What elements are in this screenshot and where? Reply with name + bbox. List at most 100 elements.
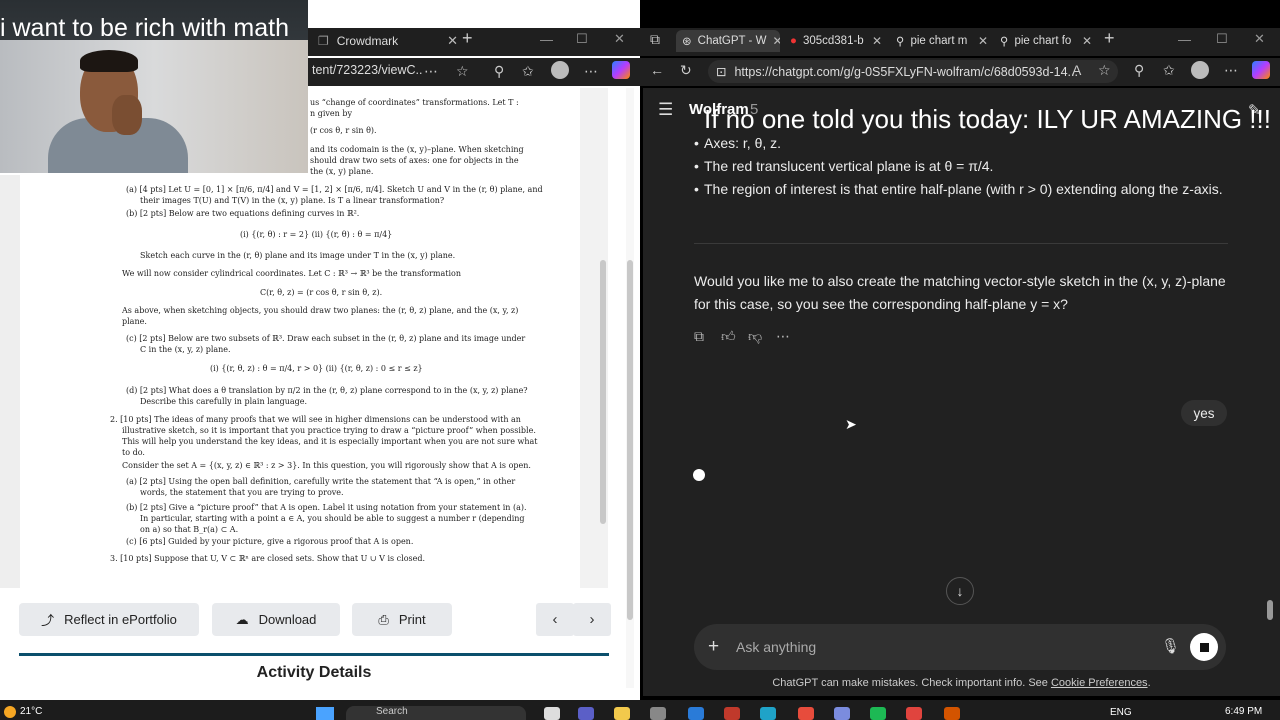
message-divider xyxy=(694,243,1228,244)
thumbs-up-icon[interactable]: 👍︎ xyxy=(721,328,736,345)
mouse-cursor-icon: ➤ xyxy=(845,416,857,432)
list-item: Axes: r, θ, z. xyxy=(694,132,781,155)
pdf-line: 2. [10 pts] The ideas of many proofs tha… xyxy=(110,415,521,424)
tab-search-pie-chart-2[interactable]: ⚲ pie chart fo ✕ xyxy=(996,30,1096,52)
avatar[interactable] xyxy=(551,61,569,79)
pdf-scrollbar[interactable] xyxy=(600,260,606,524)
taskbar xyxy=(0,700,1280,720)
disclaimer-text: ChatGPT can make mistakes. Check importa… xyxy=(772,677,1048,689)
settings-more-icon[interactable]: ⋯ xyxy=(584,63,598,80)
scroll-to-bottom-button[interactable]: ↓ xyxy=(946,577,974,605)
pdf-line: Consider the set A = {(x, y, z) ∈ ℝ³ : z… xyxy=(122,461,531,470)
close-window-icon[interactable]: ✕ xyxy=(614,31,625,47)
pdf-line: 3. [10 pts] Suppose that U, V ⊂ ℝⁿ are c… xyxy=(110,554,426,563)
app-icon-blue[interactable] xyxy=(834,707,850,720)
close-window-icon[interactable]: ✕ xyxy=(1254,31,1265,47)
extension-icon[interactable]: ⚲ xyxy=(494,63,504,80)
favorites-icon[interactable]: ✩ xyxy=(522,63,534,80)
close-icon[interactable]: ✕ xyxy=(1082,34,1092,48)
read-aloud-icon[interactable]: A xyxy=(1072,62,1081,78)
add-attachment-button[interactable]: + xyxy=(708,636,719,658)
close-icon[interactable]: ✕ xyxy=(772,34,780,48)
arrow-down-icon: ↓ xyxy=(956,583,964,599)
pdf-line: (c) [2 pts] Below are two subsets of ℝ³.… xyxy=(126,334,526,343)
close-icon[interactable]: ✕ xyxy=(978,34,988,48)
print-button[interactable]: ⎙ Print xyxy=(352,603,452,636)
extension-icon[interactable]: ⚲ xyxy=(1134,62,1144,79)
maximize-icon[interactable]: ☐ xyxy=(1216,31,1228,47)
refresh-icon[interactable]: ↻ xyxy=(680,62,692,79)
tab-search-pie-chart-1[interactable]: ⚲ pie chart m ✕ xyxy=(892,30,992,52)
print-label: Print xyxy=(398,612,426,627)
app-icon-red[interactable] xyxy=(798,707,814,720)
stream-caption-left: i want to be rich with math xyxy=(0,14,290,42)
more-icon[interactable]: ⋯ xyxy=(424,63,438,80)
start-icon[interactable] xyxy=(316,707,334,720)
copy-icon[interactable]: ⧉ xyxy=(694,328,704,345)
user-message: yes xyxy=(1181,400,1227,426)
store-icon[interactable] xyxy=(650,707,666,720)
pdf-line: In particular, starting with a point a ∈… xyxy=(140,514,525,523)
edge-icon[interactable] xyxy=(760,707,776,720)
copilot-icon[interactable] xyxy=(1252,61,1270,79)
tab-crowdmark[interactable]: ❐ Crowdmark ✕ xyxy=(318,30,458,52)
close-icon[interactable]: ✕ xyxy=(872,34,882,48)
taskbar-search[interactable]: Search xyxy=(346,706,526,720)
pdf-line: We will now consider cylindrical coordin… xyxy=(122,269,461,278)
share-icon: ⤴ xyxy=(41,613,55,628)
tab-label: pie chart fo xyxy=(1014,35,1072,47)
input-language[interactable]: ENG xyxy=(1110,707,1132,718)
more-options-icon[interactable]: ⋯ xyxy=(776,328,790,345)
chat-scrollbar[interactable] xyxy=(1267,600,1273,620)
minimize-icon[interactable]: — xyxy=(540,32,553,47)
pdf-line: (b) [2 pts] Give a “picture proof” that … xyxy=(126,503,527,512)
back-arrow-icon[interactable]: ← xyxy=(650,62,664,78)
tab-actions-icon[interactable]: ⧉ xyxy=(650,31,660,48)
new-tab-button[interactable]: + xyxy=(1104,28,1115,49)
pdf-line: n given by xyxy=(310,109,352,118)
maximize-icon[interactable]: ☐ xyxy=(576,31,588,47)
file-explorer-icon[interactable] xyxy=(614,707,630,720)
pdf-line: Sketch each curve in the (r, θ) plane an… xyxy=(140,251,456,260)
stop-generating-button[interactable] xyxy=(1190,633,1218,661)
system-clock[interactable]: 6:49 PM xyxy=(1225,706,1262,717)
download-button[interactable]: ☁ Download xyxy=(212,603,340,636)
pdf-line: C in the (x, y, z) plane. xyxy=(140,345,231,354)
thumbs-down-icon[interactable]: 👎︎ xyxy=(748,328,762,345)
address-field[interactable]: ⊡ https://chatgpt.com/g/g-0S5FXLyFN-wolf… xyxy=(708,60,1118,83)
new-tab-button[interactable]: + xyxy=(462,28,473,49)
chat-input[interactable] xyxy=(736,636,1116,658)
pdf-line: (b) [2 pts] Below are two equations defi… xyxy=(126,209,360,218)
next-page-button[interactable]: › xyxy=(573,603,611,636)
task-view-icon[interactable] xyxy=(544,707,560,720)
app-icon[interactable] xyxy=(688,707,704,720)
pdf-line: their images T(U) and T(V) in the (x, y)… xyxy=(140,196,445,205)
favorites-icon[interactable]: ✩ xyxy=(1163,62,1175,79)
settings-more-icon[interactable]: ⋯ xyxy=(1224,62,1238,79)
sidebar-menu-icon[interactable]: ☰ xyxy=(658,100,673,120)
minimize-icon[interactable]: — xyxy=(1178,32,1191,47)
previous-page-button[interactable]: ‹ xyxy=(536,603,574,636)
reflect-eportfolio-button[interactable]: ⤴ Reflect in ePortfolio xyxy=(19,603,199,636)
download-icon: ☁ xyxy=(235,611,249,627)
app-icon-orange[interactable] xyxy=(906,707,922,720)
pdf-line: on a) so that B_r(a) ⊂ A. xyxy=(140,525,239,534)
weather-temperature[interactable]: 21°C xyxy=(20,706,42,717)
close-icon[interactable]: ✕ xyxy=(447,33,458,49)
tab-chatgpt[interactable]: ⊛ ChatGPT - W ✕ xyxy=(676,30,780,52)
chatgpt-logo-icon: ⊛ xyxy=(682,36,692,48)
spotify-icon[interactable] xyxy=(870,707,886,720)
app-icon-dark[interactable] xyxy=(944,707,960,720)
mail-icon[interactable] xyxy=(724,707,740,720)
page-scrollbar[interactable] xyxy=(627,260,633,620)
address-url[interactable]: tent/723223/viewC... xyxy=(312,63,422,77)
tab-file[interactable]: ● 305cd381-b ✕ xyxy=(786,30,886,52)
copilot-icon[interactable] xyxy=(612,61,630,79)
microphone-icon[interactable]: 🎙︎ xyxy=(1161,637,1180,655)
teams-icon[interactable] xyxy=(578,707,594,720)
favorite-star-icon[interactable]: ☆ xyxy=(456,63,469,80)
favorite-star-icon[interactable]: ☆ xyxy=(1098,62,1111,79)
download-label: Download xyxy=(258,612,317,627)
avatar[interactable] xyxy=(1191,61,1209,79)
cookie-preferences-link[interactable]: Cookie Preferences xyxy=(1051,677,1148,689)
